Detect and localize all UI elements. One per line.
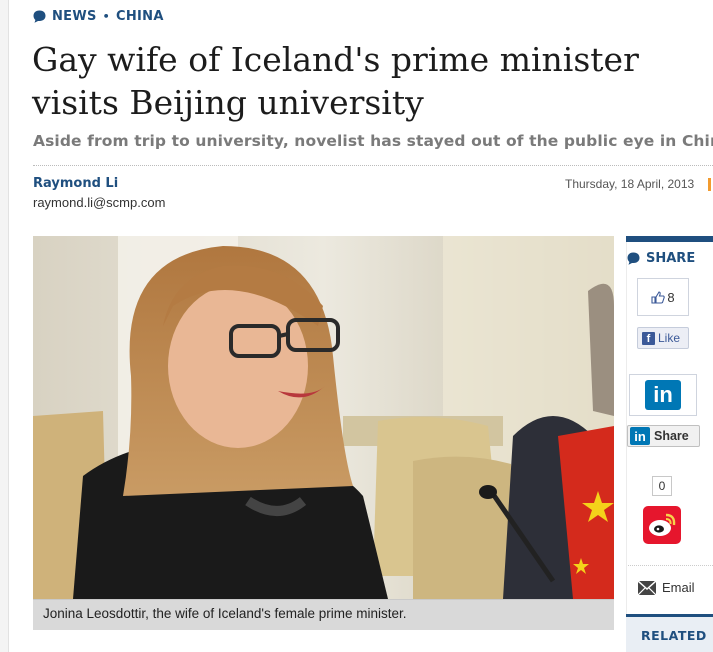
share-rail-top-bar bbox=[626, 236, 713, 242]
breadcrumb-china-link[interactable]: CHINA bbox=[116, 9, 164, 24]
facebook-icon: f bbox=[642, 331, 655, 345]
thumbs-up-icon bbox=[651, 290, 666, 304]
linkedin-share-label: Share bbox=[654, 429, 689, 443]
linkedin-icon: in bbox=[630, 427, 650, 445]
article-photo bbox=[33, 236, 614, 599]
facebook-like-count: 8 bbox=[637, 278, 689, 316]
envelope-icon bbox=[638, 580, 656, 595]
share-rail-divider bbox=[628, 565, 713, 566]
weibo-icon bbox=[649, 513, 676, 536]
email-share-label: Email bbox=[662, 580, 695, 595]
linkedin-icon: in bbox=[645, 380, 681, 410]
date-accent-mark bbox=[708, 178, 711, 191]
breadcrumb-separator: • bbox=[102, 10, 111, 23]
speech-bubble-icon bbox=[627, 252, 640, 265]
author-name-link[interactable]: Raymond Li bbox=[33, 176, 118, 191]
publish-date: Thursday, 18 April, 2013 bbox=[565, 177, 695, 191]
linkedin-share-count: in bbox=[629, 374, 697, 416]
page-left-border bbox=[0, 0, 9, 652]
speech-bubble-icon bbox=[33, 10, 46, 23]
linkedin-share-button[interactable]: in Share bbox=[627, 425, 700, 447]
weibo-share-count: 0 bbox=[652, 476, 672, 496]
related-heading: RELATED bbox=[626, 617, 713, 652]
share-heading-label: SHARE bbox=[646, 251, 696, 266]
facebook-like-count-value: 8 bbox=[667, 289, 675, 305]
divider bbox=[33, 165, 713, 166]
share-heading: SHARE bbox=[627, 251, 695, 266]
author-email: raymond.li@scmp.com bbox=[33, 195, 166, 210]
photo-caption: Jonina Leosdottir, the wife of Iceland's… bbox=[33, 599, 614, 630]
article-photo-image bbox=[33, 236, 614, 599]
weibo-share-button[interactable] bbox=[643, 506, 681, 544]
article-headline: Gay wife of Iceland's prime minister vis… bbox=[32, 40, 639, 122]
breadcrumb-news-link[interactable]: NEWS bbox=[52, 9, 97, 24]
article-subheadline: Aside from trip to university, novelist … bbox=[33, 132, 713, 150]
facebook-like-button[interactable]: f Like bbox=[637, 327, 689, 349]
facebook-like-label: Like bbox=[658, 331, 681, 345]
email-share-button[interactable]: Email bbox=[638, 580, 695, 595]
breadcrumb: NEWS • CHINA bbox=[33, 9, 164, 24]
